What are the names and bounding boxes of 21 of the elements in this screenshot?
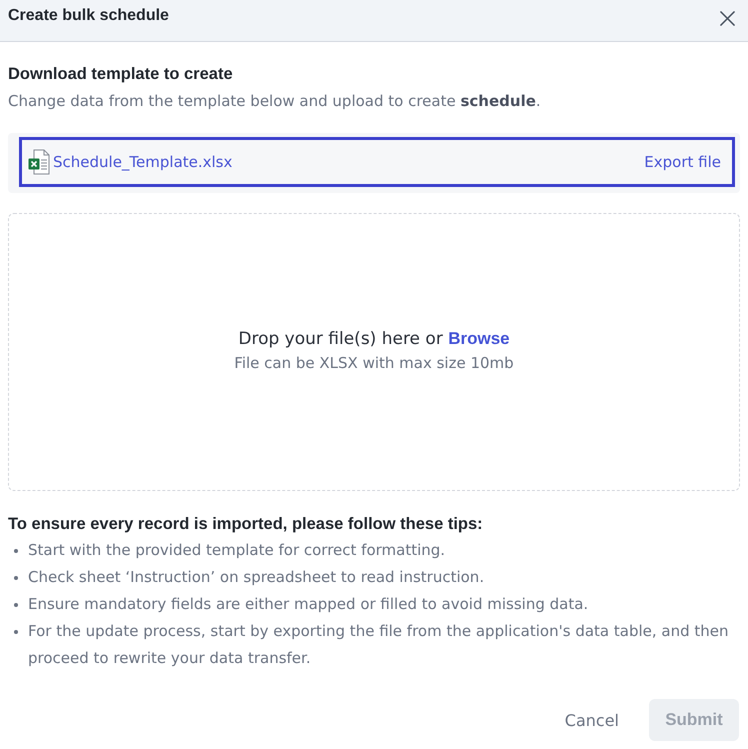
bullet-icon xyxy=(14,576,18,580)
bullet-icon xyxy=(14,630,18,634)
close-icon[interactable] xyxy=(720,11,735,26)
browse-link[interactable]: Browse xyxy=(448,328,510,348)
section-heading: Download template to create xyxy=(8,64,234,84)
file-drop-zone[interactable]: Drop your file(s) here or Browse File can be XLSX with max size 10mb xyxy=(8,213,740,491)
dialog-title: Create bulk schedule xyxy=(8,6,169,26)
tips-heading: To ensure every record is imported, please follow these tips: xyxy=(8,514,484,534)
tip-text: For the update process, start by exporting the file from the application's data table, and then proceed to rewrite your data transfer. xyxy=(28,621,730,669)
tip-text: Start with the provided template for correct formatting. xyxy=(28,540,446,561)
spreadsheet-file-icon xyxy=(28,149,50,175)
bullet-icon xyxy=(14,549,18,553)
drop-prompt: Drop your file(s) here or xyxy=(238,328,443,348)
file-requirements-hint: File can be XLSX with max size 10mb xyxy=(234,352,514,372)
export-file-link[interactable]: Export file xyxy=(644,152,721,172)
bullet-icon xyxy=(14,603,18,607)
cancel-button[interactable]: Cancel xyxy=(552,699,632,741)
template-file-link[interactable]: Schedule_Template.xlsx xyxy=(53,152,232,172)
section-description: Change data from the template below and upload to create schedule. xyxy=(8,91,542,111)
tip-text: Check sheet ‘Instruction’ on spreadsheet to read instruction. xyxy=(28,567,484,588)
tip-text: Ensure mandatory fields are either mapped or filled to avoid missing data. xyxy=(28,594,588,615)
